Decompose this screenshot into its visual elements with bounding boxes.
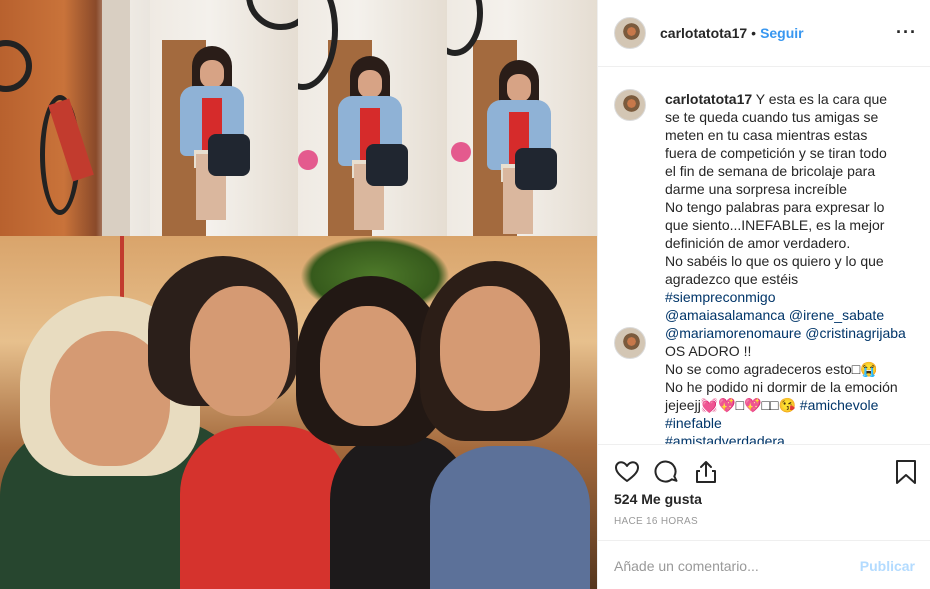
- collage-frame-3: [447, 0, 597, 236]
- avatar-secondary[interactable]: [614, 327, 646, 359]
- comment-bar: Publicar: [598, 540, 930, 589]
- post-timestamp[interactable]: HACE 16 HORAS: [614, 516, 698, 527]
- caption-line: agradezco que estéis: [665, 271, 799, 287]
- comment-input[interactable]: [614, 557, 860, 574]
- caption-line: meten en tu casa mientras estas: [665, 127, 868, 143]
- username-link[interactable]: carlotatota17: [660, 25, 747, 41]
- bookmark-icon[interactable]: [893, 459, 919, 485]
- comment-icon[interactable]: [654, 459, 680, 485]
- caption-line: No tengo palabras para expresar lo: [665, 199, 885, 215]
- photo-collage-top: [0, 0, 597, 236]
- collage-frame-bicycle: [0, 0, 160, 236]
- post-sidebar: carlotatota17 • Seguir ··· carlotatota17…: [597, 0, 930, 589]
- photo-friends-group: [0, 236, 597, 589]
- caption-line: el fin de semana de bricolaje para: [665, 163, 876, 179]
- publish-button[interactable]: Publicar: [860, 558, 915, 574]
- caption-line: Y esta es la cara que: [752, 91, 888, 107]
- action-icons: [614, 459, 919, 487]
- collage-frame-1: [150, 0, 299, 236]
- caption-line: definición de amor verdadero.: [665, 235, 851, 251]
- caption: carlotatota17 Y esta es la cara que se t…: [614, 89, 915, 444]
- caption-line: se te queda cuando tus amigas se: [665, 109, 879, 125]
- more-options-icon[interactable]: ···: [896, 22, 917, 43]
- caption-line: darme una sorpresa increíble: [665, 181, 848, 197]
- mention-links[interactable]: @amaiasalamanca @irene_sabate: [665, 306, 915, 324]
- avatar[interactable]: [614, 17, 646, 49]
- post-photo[interactable]: [0, 0, 597, 589]
- separator-dot: •: [751, 25, 757, 41]
- comments-area[interactable]: carlotatota17 Y esta es la cara que se t…: [598, 68, 930, 444]
- post-actions: 524 Me gusta HACE 16 HORAS Publicar: [598, 444, 930, 589]
- caption-line: fuera de competición y se tiran todo: [665, 145, 887, 161]
- caption-line: No se como agradeceros esto□😭: [665, 361, 878, 377]
- hashtag-link[interactable]: #inefable: [665, 414, 915, 432]
- collage-frame-2: [298, 0, 447, 236]
- caption-line: No he podido ni dormir de la emoción: [665, 379, 898, 395]
- likes-count[interactable]: 524 Me gusta: [614, 491, 702, 507]
- avatar[interactable]: [614, 89, 646, 121]
- share-icon[interactable]: [693, 459, 719, 485]
- caption-username[interactable]: carlotatota17: [665, 91, 752, 107]
- post-header: carlotatota17 • Seguir ···: [598, 0, 930, 67]
- caption-line: jejeejj💓💖□💖□□😘: [665, 397, 800, 413]
- follow-button[interactable]: Seguir: [760, 25, 804, 41]
- mention-links[interactable]: @mariamorenomaure @cristinagrijaba: [665, 324, 915, 342]
- hashtag-link[interactable]: #amistadverdadera: [665, 432, 915, 444]
- hashtag-link[interactable]: #amichevole: [800, 397, 879, 413]
- caption-line: OS ADORO !!: [665, 343, 752, 359]
- caption-line: que siento...INEFABLE, es la mejor: [665, 217, 885, 233]
- heart-icon[interactable]: [614, 459, 640, 485]
- hashtag-link[interactable]: #siempreconmigo: [665, 288, 915, 306]
- caption-line: No sabéis lo que os quiero y lo que: [665, 253, 884, 269]
